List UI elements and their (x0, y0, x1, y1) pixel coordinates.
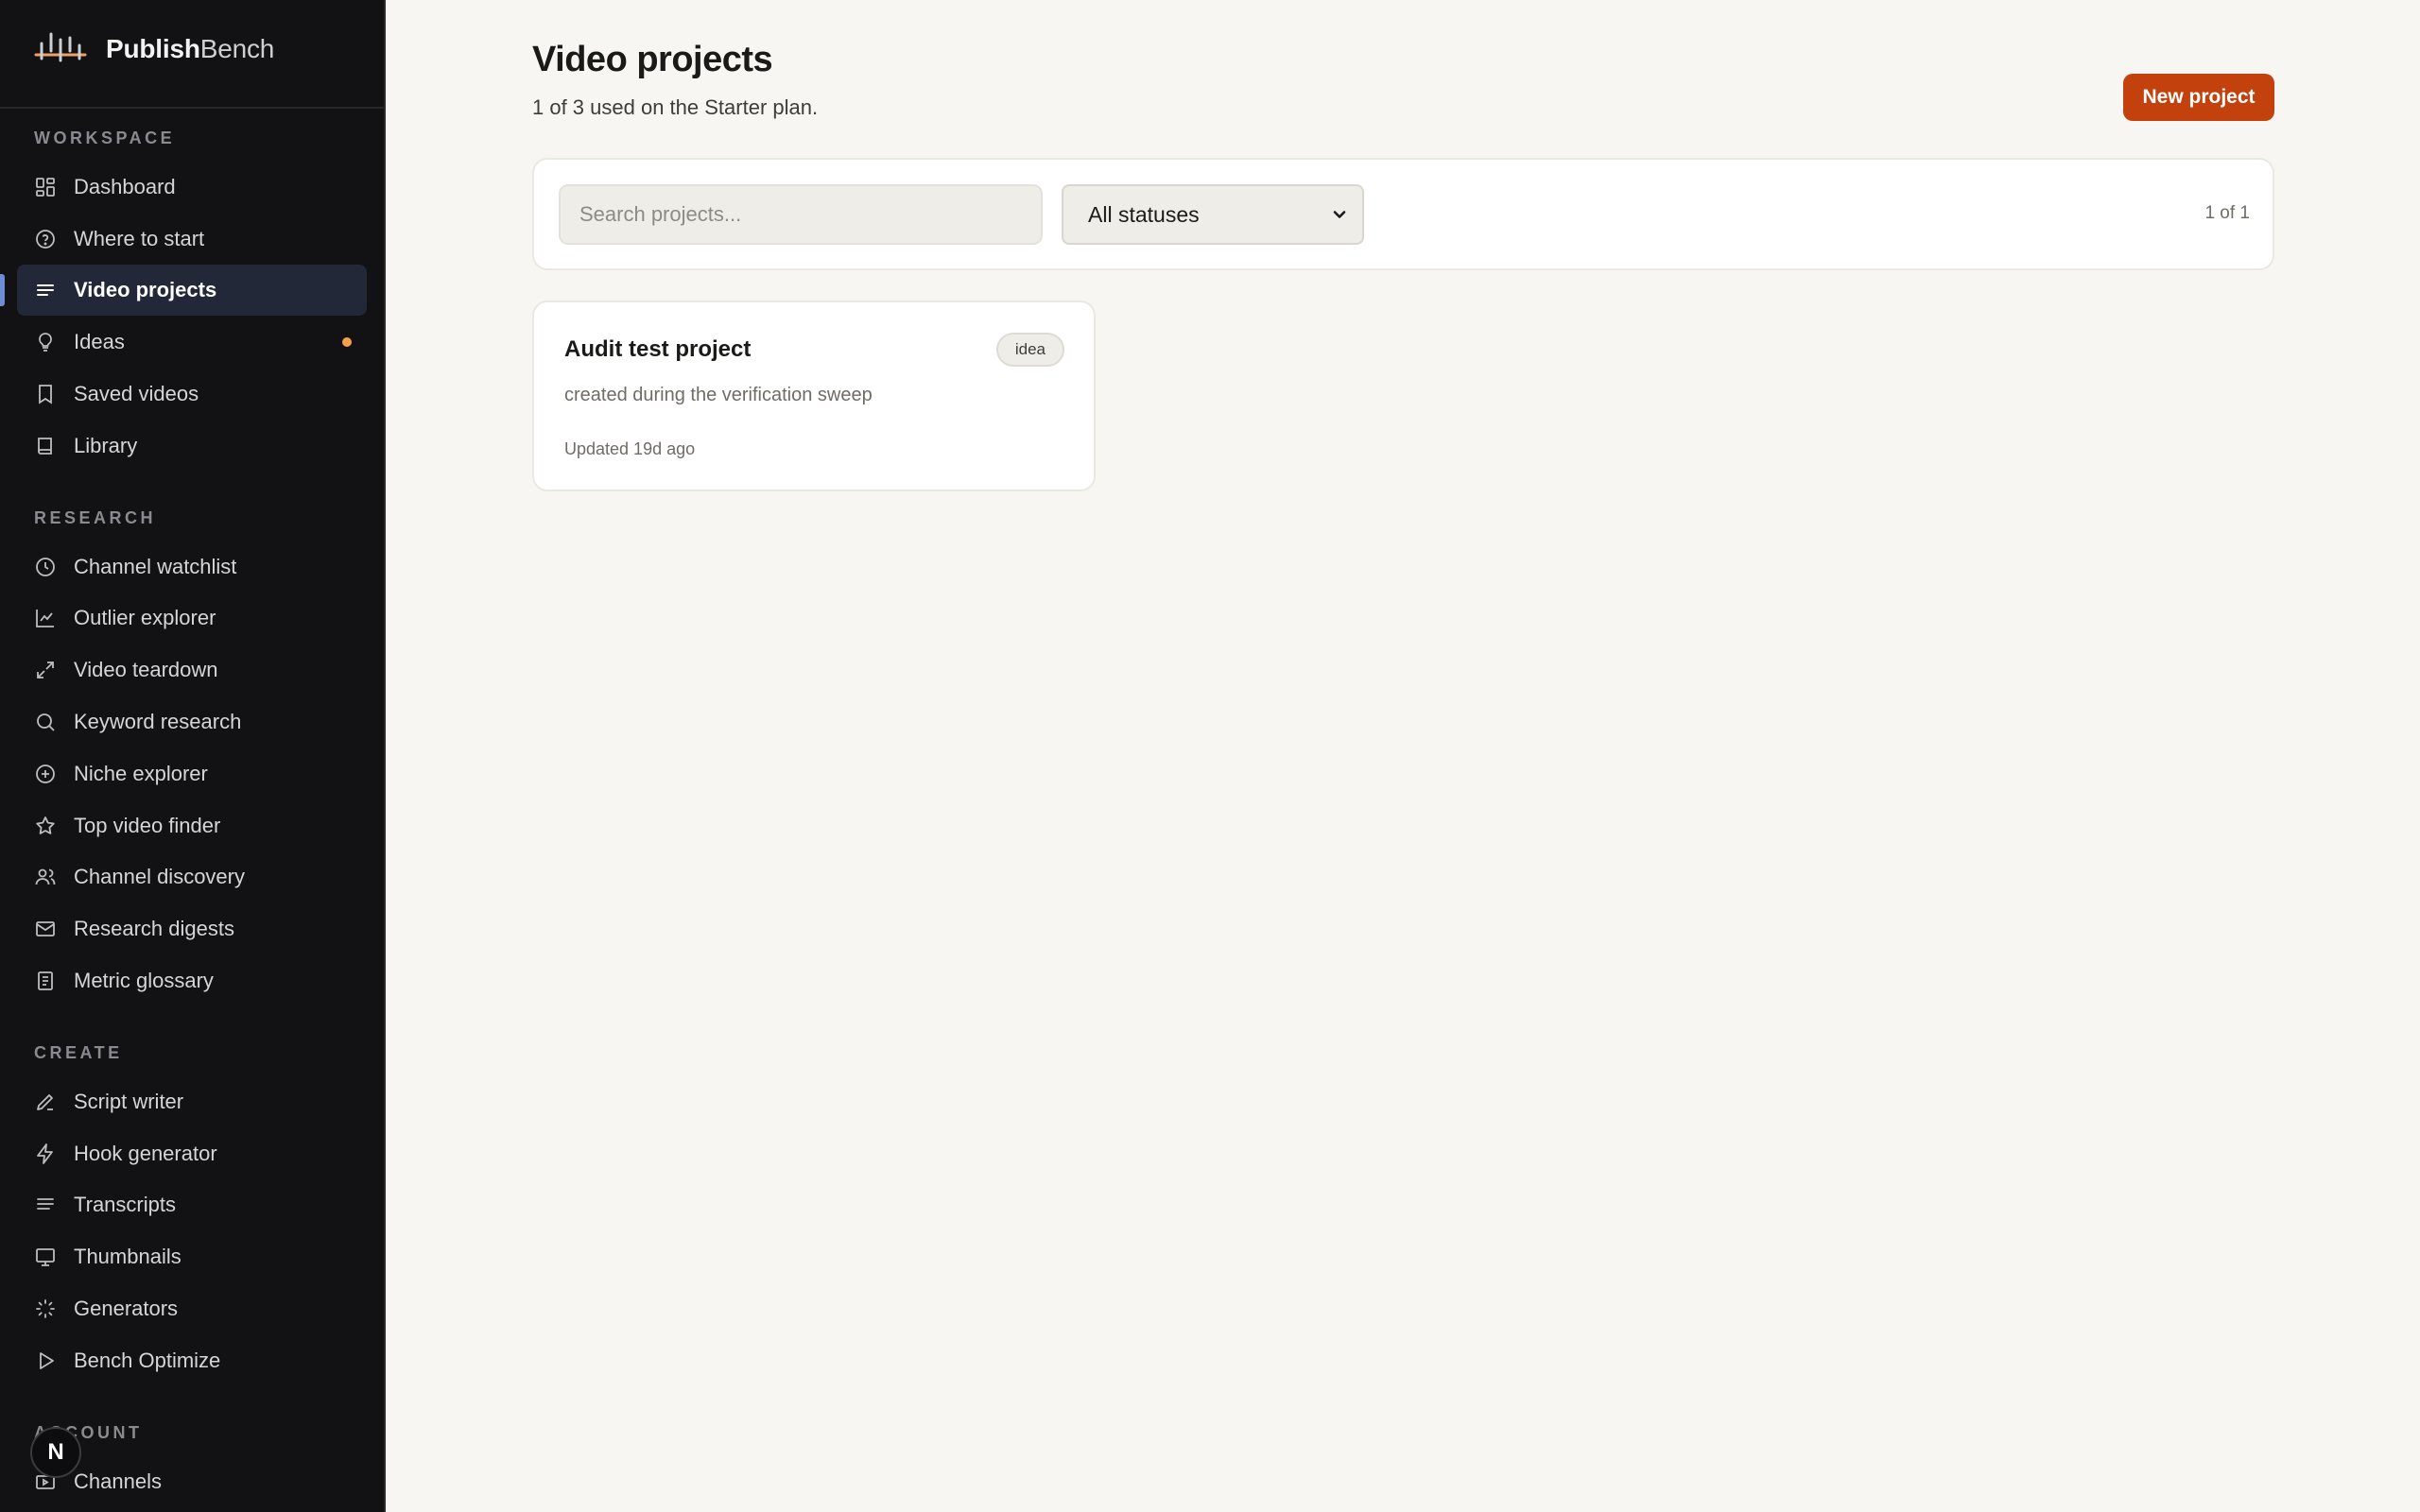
sidebar-item-label: Research digests (74, 917, 234, 940)
dashboard-icon (34, 176, 57, 198)
sidebar-item-label: Dashboard (74, 175, 176, 198)
lightning-icon (34, 1143, 57, 1165)
text-lines-icon (34, 1194, 57, 1216)
sidebar-item-label: Keyword research (74, 710, 242, 733)
sidebar-item-label: Metric glossary (74, 969, 214, 992)
lightbulb-icon (34, 331, 57, 353)
sidebar-item-label: Generators (74, 1297, 179, 1320)
sidebar-item-label: Hook generator (74, 1142, 217, 1165)
brand[interactable]: PublishBench (34, 28, 274, 70)
sidebar-divider (0, 107, 384, 109)
sidebar-item-label: Outlier explorer (74, 606, 216, 629)
new-project-button[interactable]: New project (2123, 74, 2274, 121)
sidebar-item-saved-videos[interactable]: Saved videos (17, 369, 367, 420)
sidebar-item-dashboard[interactable]: Dashboard (17, 162, 367, 213)
sidebar-item-label: Library (74, 434, 138, 457)
sidebar-item-metric-glossary[interactable]: Metric glossary (17, 955, 367, 1006)
sidebar-item-script-writer[interactable]: Script writer (17, 1076, 367, 1127)
brand-logo-icon (34, 32, 87, 62)
sidebar-item-library[interactable]: Library (17, 421, 367, 472)
sidebar-item-outlier-explorer[interactable]: Outlier explorer (17, 593, 367, 644)
sidebar-item-niche-explorer[interactable]: Niche explorer (17, 748, 367, 799)
section-label-workspace: WORKSPACE (34, 129, 176, 147)
sidebar-item-label: Niche explorer (74, 762, 208, 785)
sidebar-item-label: Bench Optimize (74, 1349, 221, 1372)
sidebar-item-research-digests[interactable]: Research digests (17, 903, 367, 954)
sidebar-item-top-video-finder[interactable]: Top video finder (17, 800, 367, 851)
sidebar-item-label: Channel discovery (74, 865, 245, 888)
star-icon (34, 815, 57, 837)
sidebar-item-label: Transcripts (74, 1193, 176, 1216)
sidebar-item-channel-watchlist[interactable]: Channel watchlist (17, 541, 367, 593)
pencil-icon (34, 1091, 57, 1113)
project-title: Audit test project (564, 336, 752, 362)
project-card[interactable]: Audit test project idea created during t… (532, 301, 1096, 491)
section-label-create: CREATE (34, 1043, 123, 1062)
search-icon (34, 711, 57, 733)
sidebar-item-hook-generator[interactable]: Hook generator (17, 1128, 367, 1179)
sidebar-item-label: Channel watchlist (74, 555, 237, 578)
project-updated: Updated 19d ago (564, 439, 696, 458)
sidebar-item-bench-optimize[interactable]: Bench Optimize (17, 1335, 367, 1386)
page-title: Video projects (532, 40, 773, 79)
status-badge: idea (995, 333, 1064, 367)
list-icon (34, 279, 57, 301)
section-label-research: RESEARCH (34, 508, 157, 527)
sidebar-item-label: Channels (74, 1469, 162, 1493)
status-filter-select[interactable]: All statuses (1062, 184, 1364, 245)
bookmark-icon (34, 383, 57, 405)
play-icon (34, 1349, 57, 1372)
plan-usage-text: 1 of 3 used on the Starter plan. (532, 95, 819, 119)
filter-bar: All statuses 1 of 1 (532, 158, 2274, 270)
sidebar: PublishBench WORKSPACE Dashboard Where t… (0, 0, 386, 1512)
sidebar-item-label: Where to start (74, 227, 205, 250)
expand-icon (34, 659, 57, 681)
active-indicator (0, 274, 5, 306)
help-circle-icon (34, 228, 57, 250)
brand-name: PublishBench (106, 34, 275, 63)
sidebar-item-ideas[interactable]: Ideas (17, 317, 367, 368)
sidebar-item-transcripts[interactable]: Transcripts (17, 1179, 367, 1230)
sidebar-item-generators[interactable]: Generators (17, 1283, 367, 1334)
loader-icon (34, 1297, 57, 1320)
monitor-icon (34, 1246, 57, 1268)
sidebar-item-channel-discovery[interactable]: Channel discovery (17, 851, 367, 902)
sidebar-item-where-to-start[interactable]: Where to start (17, 214, 367, 265)
sidebar-item-video-teardown[interactable]: Video teardown (17, 644, 367, 696)
search-input[interactable] (559, 184, 1043, 245)
sidebar-item-label: Video teardown (74, 658, 218, 681)
project-description: created during the verification sweep (564, 385, 873, 405)
clock-icon (34, 556, 57, 578)
mail-icon (34, 918, 57, 940)
sidebar-item-label: Thumbnails (74, 1245, 182, 1268)
sidebar-item-label: Script writer (74, 1090, 184, 1113)
sidebar-item-label: Ideas (74, 330, 125, 353)
plus-circle-icon (34, 763, 57, 785)
users-icon (34, 866, 57, 888)
sidebar-item-keyword-research[interactable]: Keyword research (17, 696, 367, 747)
sidebar-item-thumbnails[interactable]: Thumbnails (17, 1231, 367, 1282)
sidebar-item-video-projects[interactable]: Video projects (17, 265, 367, 316)
book-icon (34, 435, 57, 457)
sidebar-item-label: Top video finder (74, 814, 221, 837)
sidebar-item-label: Saved videos (74, 382, 199, 405)
result-count: 1 of 1 (2204, 203, 2250, 223)
glossary-icon (34, 970, 57, 992)
chevron-down-icon (1333, 211, 1346, 218)
sidebar-item-label: Video projects (74, 278, 217, 301)
avatar[interactable]: N (30, 1427, 81, 1478)
status-filter-value: All statuses (1088, 201, 1200, 227)
line-chart-icon (34, 607, 57, 629)
notification-dot (342, 337, 352, 347)
